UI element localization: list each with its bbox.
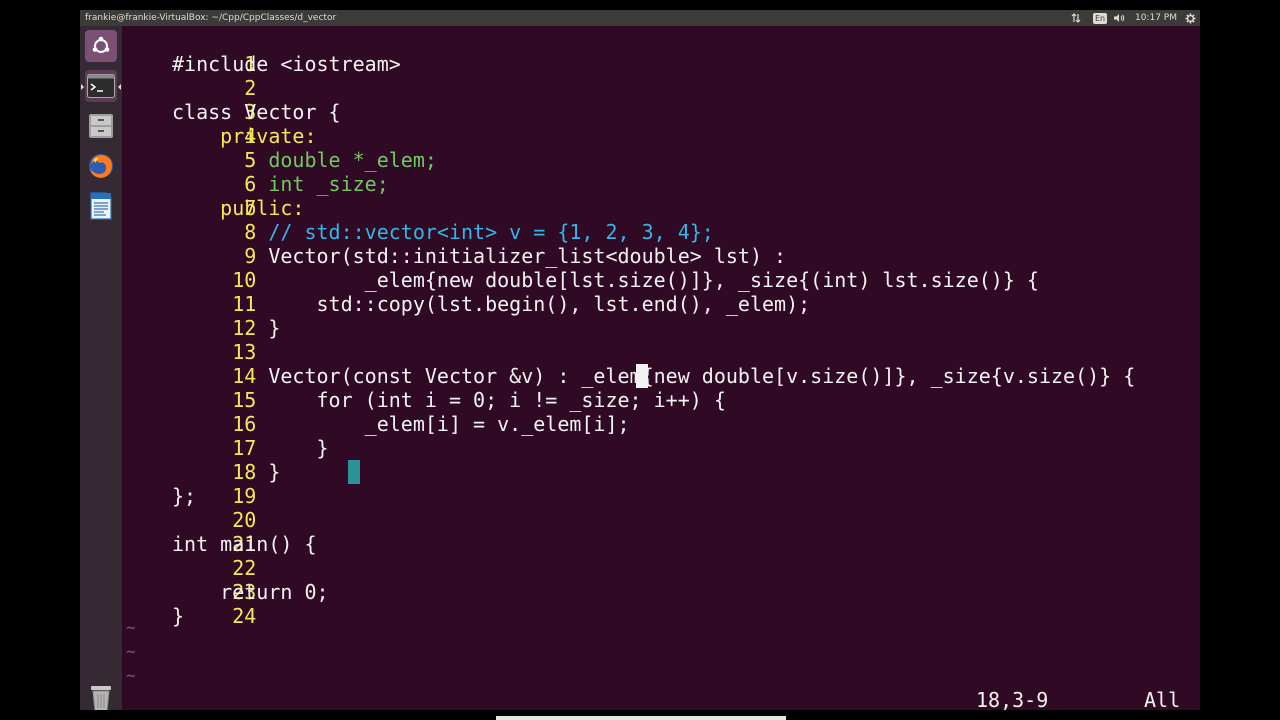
terminal-window[interactable]: 1 #include <iostream> 2 3 class Vector { 4… bbox=[124, 26, 1198, 710]
empty-line-marker: ~ bbox=[126, 618, 136, 637]
file-cabinet-icon bbox=[89, 114, 113, 138]
code-line: 23 return 0; bbox=[172, 580, 329, 604]
code-text: _elem[i] = v._elem[i]; bbox=[172, 412, 630, 436]
code-line: 4 private: bbox=[172, 124, 317, 148]
firefox-launcher-button[interactable] bbox=[85, 150, 117, 182]
scroll-position: All bbox=[1144, 688, 1181, 710]
ubuntu-logo-icon bbox=[92, 36, 110, 53]
code-line: 13 bbox=[232, 340, 257, 364]
code-line: 5 double *_elem; bbox=[172, 148, 437, 172]
code-text: std::copy(lst.begin(), lst.end(), _elem)… bbox=[172, 292, 811, 316]
window-title: frankie@frankie-VirtualBox: ~/Cpp/CppCla… bbox=[85, 13, 337, 23]
writer-launcher-button[interactable] bbox=[85, 190, 117, 222]
top-panel: frankie@frankie-VirtualBox: ~/Cpp/CppCla… bbox=[80, 10, 1200, 26]
empty-line-marker: ~ bbox=[126, 666, 136, 685]
current-brace-highlight bbox=[348, 460, 360, 484]
code-line: 16 _elem[i] = v._elem[i]; bbox=[172, 412, 630, 436]
code-line: 12 } bbox=[172, 316, 281, 340]
bottom-bar bbox=[496, 716, 786, 720]
code-line: 2 bbox=[244, 76, 257, 100]
code-comment: // std::vector<int> v = {1, 2, 3, 4}; bbox=[172, 220, 714, 244]
code-line: 22 bbox=[232, 556, 257, 580]
code-line: 9 Vector(std::initializer_list<double> l… bbox=[172, 244, 787, 268]
ubuntu-dash-button[interactable] bbox=[85, 30, 117, 62]
clock[interactable]: 10:17 PM bbox=[1132, 10, 1180, 26]
desktop: frankie@frankie-VirtualBox: ~/Cpp/CppCla… bbox=[80, 10, 1200, 710]
code-line: 3 class Vector { bbox=[172, 100, 341, 124]
code-line: 19}; bbox=[172, 484, 257, 508]
code-line: 10 _elem{new double[lst.size()]}, _size{… bbox=[172, 268, 1039, 292]
active-indicator-right bbox=[118, 84, 121, 90]
code-line: 24} bbox=[172, 604, 257, 628]
terminal-launcher-button[interactable] bbox=[85, 70, 117, 102]
code-line: 8 // std::vector<int> v = {1, 2, 3, 4}; bbox=[172, 220, 714, 244]
network-arrows-icon[interactable] bbox=[1070, 10, 1082, 26]
code-line: 18 } bbox=[172, 460, 281, 484]
code-line: 20 bbox=[232, 508, 257, 532]
trash-launcher-button[interactable] bbox=[85, 682, 117, 710]
code-text: for (int i = 0; i != _size; i++) { bbox=[172, 388, 726, 412]
gear-icon[interactable] bbox=[1184, 10, 1196, 26]
code-line: 7 public: bbox=[172, 196, 305, 220]
terminal-icon bbox=[87, 74, 115, 98]
code-line: 15 for (int i = 0; i != _size; i++) { bbox=[172, 388, 726, 412]
code-line: 17 } bbox=[172, 436, 329, 460]
code-text: _elem{new double[lst.size()]}, _size{(in… bbox=[172, 268, 1039, 292]
trash-icon bbox=[91, 686, 111, 710]
cursor-position: 18,3-9 bbox=[976, 688, 1049, 710]
code-text: Vector(const Vector &v) : _elem{new doub… bbox=[172, 364, 1136, 388]
files-launcher-button[interactable] bbox=[85, 110, 117, 142]
launcher bbox=[80, 26, 122, 710]
volume-icon[interactable] bbox=[1112, 10, 1126, 26]
code-line: 21 int main() { bbox=[172, 532, 317, 556]
code-text: } bbox=[172, 604, 185, 628]
text-cursor bbox=[636, 364, 648, 388]
code-line: 6 int _size; bbox=[172, 172, 389, 196]
code-line: 1 #include <iostream> bbox=[172, 52, 401, 76]
empty-line-marker: ~ bbox=[126, 642, 136, 661]
firefox-icon bbox=[89, 154, 113, 178]
code-line: 14 Vector(const Vector &v) : _elem{new d… bbox=[172, 364, 1136, 388]
code-text: Vector(std::initializer_list<double> lst… bbox=[172, 244, 787, 268]
document-icon bbox=[90, 192, 112, 220]
keyboard-layout-indicator[interactable]: En bbox=[1092, 10, 1108, 26]
code-line: 11 std::copy(lst.begin(), lst.end(), _el… bbox=[172, 292, 811, 316]
active-indicator-left bbox=[81, 84, 84, 90]
